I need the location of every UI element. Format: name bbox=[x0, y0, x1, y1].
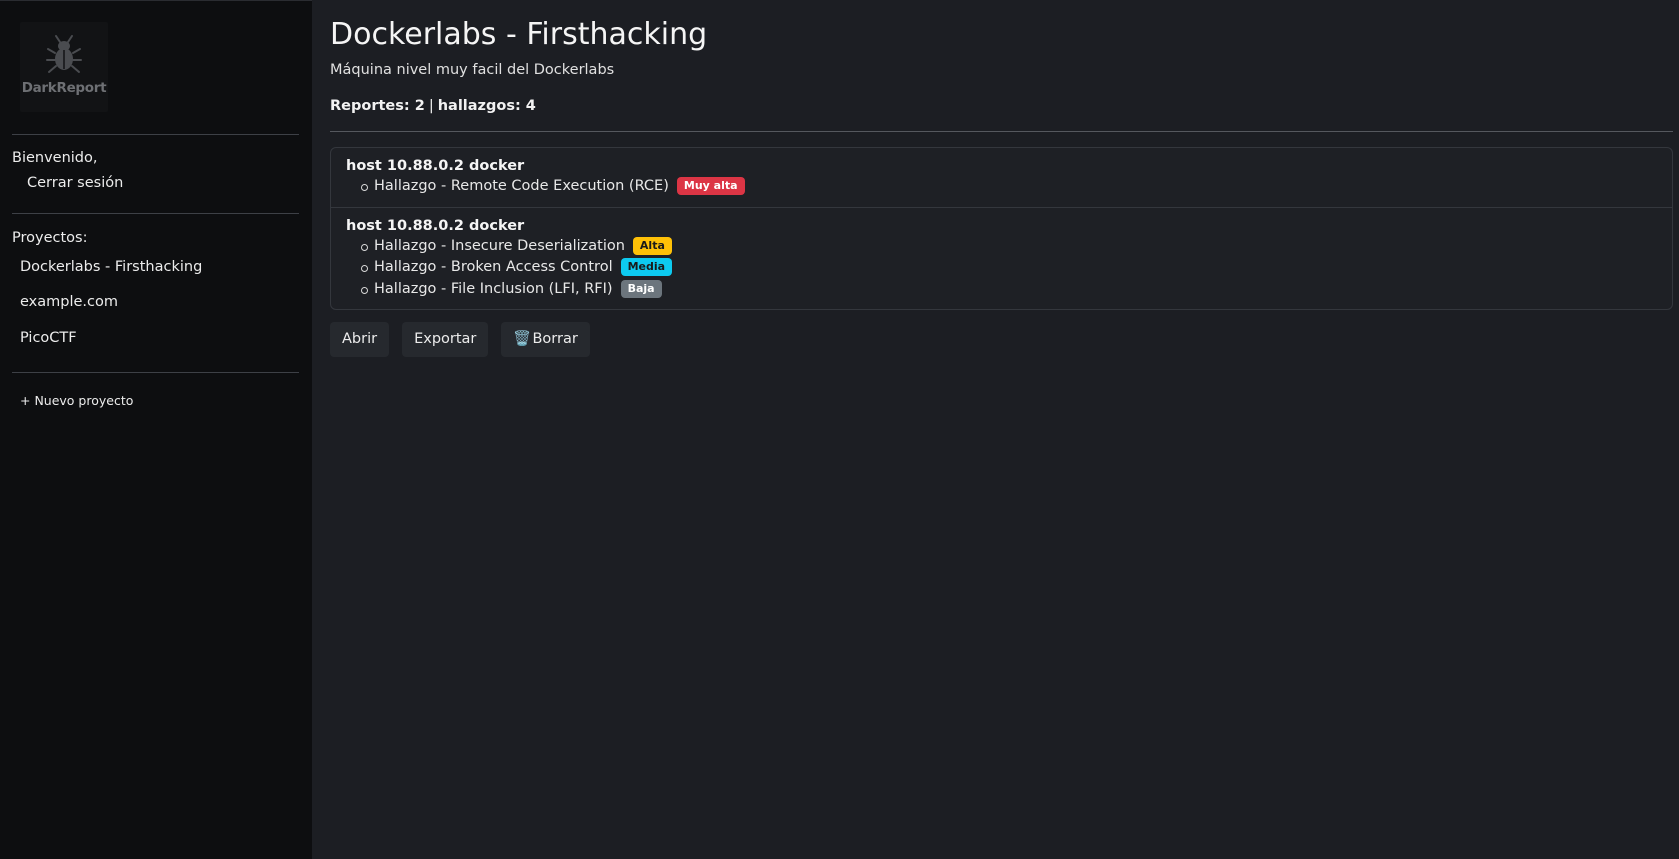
stats-separator: | bbox=[428, 98, 434, 114]
sidebar-divider bbox=[12, 134, 299, 135]
page-title: Dockerlabs - Firsthacking bbox=[330, 17, 708, 52]
severity-badge: Media bbox=[620, 258, 673, 276]
logo-text: DarkReport bbox=[21, 80, 107, 96]
finding-title: Hallazgo - Broken Access Control bbox=[374, 259, 613, 275]
app-logo[interactable]: DarkReport bbox=[20, 22, 108, 112]
export-button[interactable]: Exportar bbox=[402, 322, 489, 357]
main-content: Dockerlabs - Firsthacking Máquina nivel … bbox=[312, 0, 1679, 859]
finding-title: Hallazgo - Insecure Deserialization bbox=[374, 237, 625, 254]
content-divider bbox=[330, 131, 1673, 132]
open-button[interactable]: Abrir bbox=[330, 322, 390, 357]
report-list: host 10.88.0.2 docker Hallazgo - Remote … bbox=[330, 147, 1673, 310]
new-project-link[interactable]: + Nuevo proyecto bbox=[20, 393, 133, 408]
logout-link[interactable]: Cerrar sesión bbox=[27, 175, 123, 191]
delete-button[interactable]: 🗑️Borrar bbox=[501, 322, 590, 357]
severity-badge: Muy alta bbox=[676, 177, 745, 195]
sidebar-divider bbox=[12, 372, 299, 373]
project-stats: Reportes: 2 | hallazgos: 4 bbox=[330, 98, 536, 114]
findings-list: Hallazgo - Remote Code Execution (RCE) Mu… bbox=[346, 176, 1657, 198]
sidebar-item-project[interactable]: example.com bbox=[20, 294, 118, 310]
finding-title: Hallazgo - Remote Code Execution (RCE) bbox=[374, 178, 669, 194]
findings-count: hallazgos: 4 bbox=[437, 98, 536, 114]
sidebar: DarkReport Bienvenido, Cerrar sesión Pro… bbox=[0, 0, 312, 859]
severity-badge: Alta bbox=[632, 236, 672, 255]
sidebar-divider bbox=[12, 213, 299, 214]
trash-icon: 🗑️ bbox=[513, 331, 532, 347]
severity-badge: Baja bbox=[620, 279, 662, 298]
finding-item: Hallazgo - File Inclusion (LFI, RFI) Baja bbox=[346, 279, 1657, 301]
finding-item: Hallazgo - Remote Code Execution (RCE) Mu… bbox=[346, 176, 1657, 198]
sidebar-item-project[interactable]: Dockerlabs - Firsthacking bbox=[20, 259, 202, 275]
reports-count: Reportes: 2 bbox=[330, 98, 425, 114]
report-item[interactable]: host 10.88.0.2 docker Hallazgo - Remote … bbox=[331, 148, 1672, 207]
delete-label: Borrar bbox=[532, 331, 578, 347]
projects-label: Proyectos: bbox=[12, 230, 88, 246]
action-bar: Abrir Exportar 🗑️Borrar bbox=[330, 322, 590, 357]
report-host: host 10.88.0.2 docker bbox=[346, 217, 525, 234]
sidebar-item-project[interactable]: PicoCTF bbox=[20, 330, 77, 346]
report-host: host 10.88.0.2 docker bbox=[346, 158, 525, 174]
finding-item: Hallazgo - Insecure Deserialization Alta bbox=[346, 236, 1657, 258]
findings-list: Hallazgo - Insecure Deserialization Alta … bbox=[346, 236, 1657, 301]
page-subtitle: Máquina nivel muy facil del Dockerlabs bbox=[330, 62, 615, 78]
report-item[interactable]: host 10.88.0.2 docker Hallazgo - Insecur… bbox=[331, 206, 1672, 310]
finding-title: Hallazgo - File Inclusion (LFI, RFI) bbox=[374, 280, 613, 297]
finding-item: Hallazgo - Broken Access Control Media bbox=[346, 257, 1657, 279]
bug-icon bbox=[46, 35, 82, 73]
welcome-text: Bienvenido, bbox=[12, 150, 98, 166]
